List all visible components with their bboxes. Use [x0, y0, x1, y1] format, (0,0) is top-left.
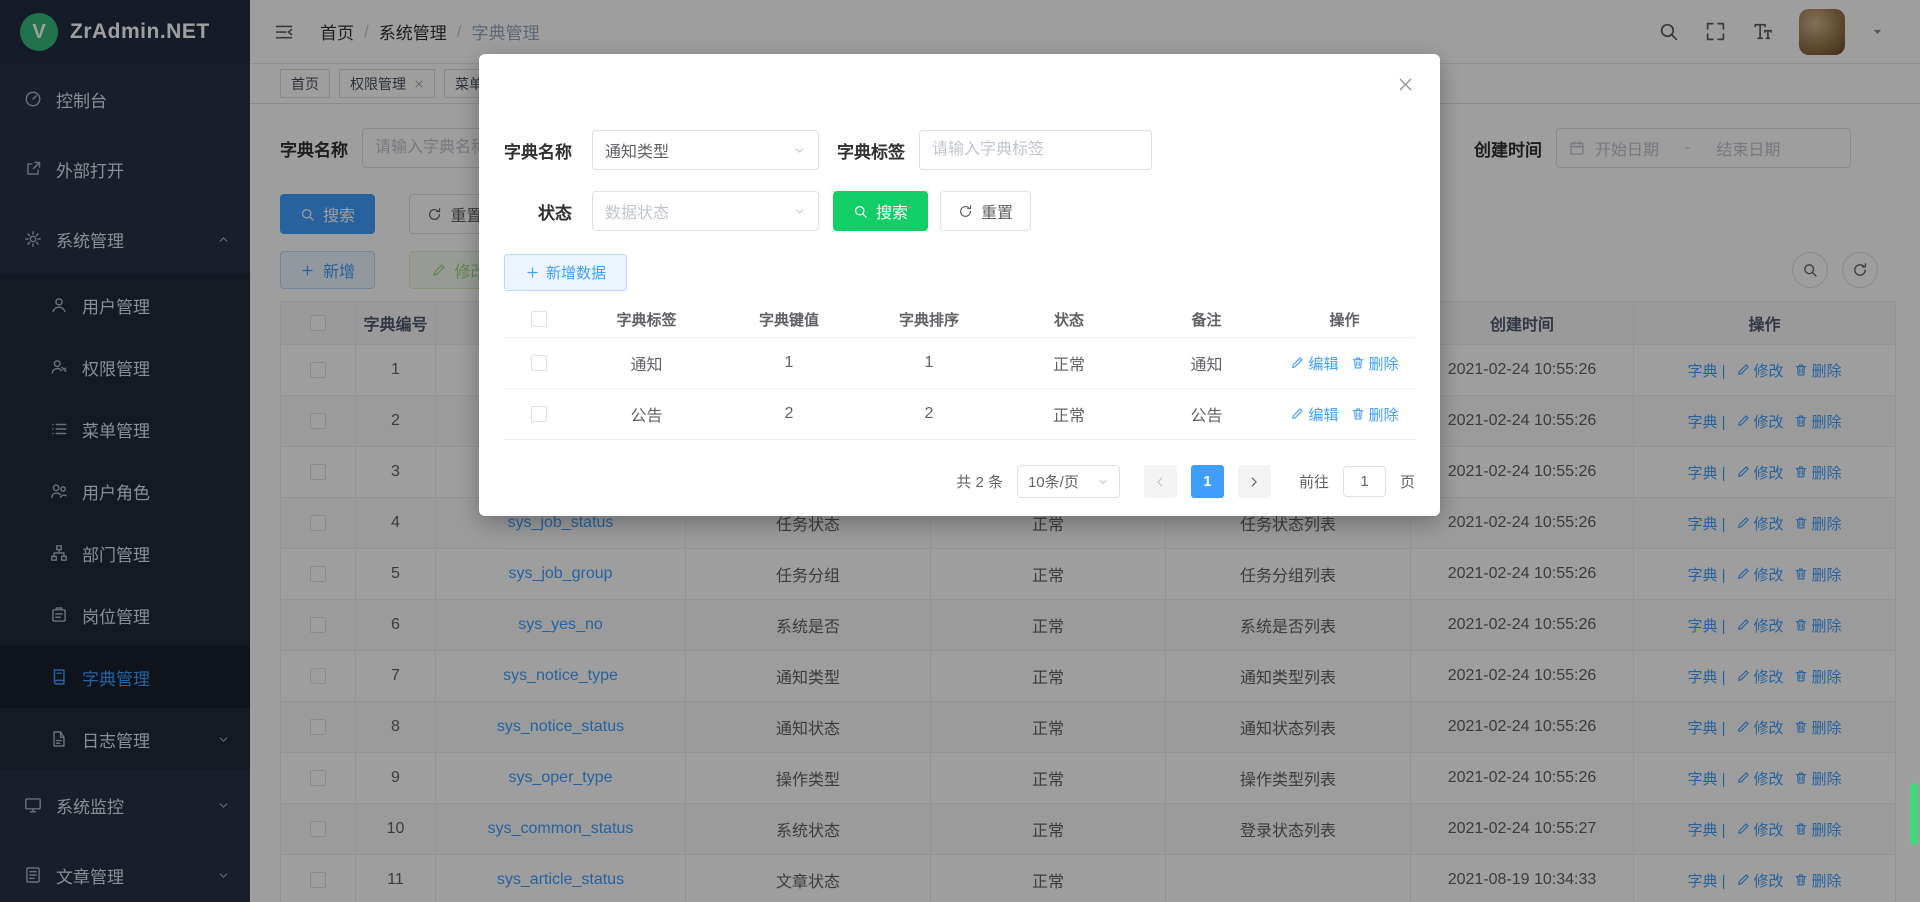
row-action-edit[interactable]: 编辑 — [1290, 353, 1338, 374]
goto-page-input[interactable] — [1343, 466, 1386, 497]
cell-status: 正常 — [999, 389, 1139, 440]
dialog-table-row: 公告22正常公告编辑删除 — [504, 389, 1415, 440]
chevron-down-icon — [793, 205, 806, 218]
status-select-placeholder: 数据状态 — [605, 199, 669, 223]
refresh-icon — [958, 204, 973, 219]
dialog-table-row: 通知11正常通知编辑删除 — [504, 338, 1415, 389]
status-select[interactable]: 数据状态 — [592, 191, 819, 231]
cell-value: 2 — [719, 389, 859, 440]
page-size-select[interactable]: 10条/页 — [1017, 465, 1120, 498]
column-header: 状态 — [999, 301, 1139, 338]
dialog-table-header-row: 字典标签字典键值字典排序状态备注操作 — [504, 301, 1415, 338]
edit-icon — [1290, 356, 1304, 370]
dialog-search-button[interactable]: 搜索 — [833, 191, 928, 231]
page-unit-label: 页 — [1400, 471, 1415, 492]
dialog-dict-label-label: 字典标签 — [837, 138, 905, 163]
select-all-checkbox[interactable] — [531, 311, 547, 327]
close-icon[interactable] — [1397, 76, 1414, 93]
prev-page-button[interactable] — [1144, 465, 1177, 498]
dict-data-dialog: 字典名称 通知类型 字典标签 状态 数据状态 搜索 重置 新增数据 字典标签字典… — [479, 54, 1440, 516]
cell-actions: 编辑 删除 — [1274, 338, 1415, 389]
row-checkbox[interactable] — [531, 406, 547, 422]
plus-icon — [525, 265, 540, 280]
pagination-total: 共 2 条 — [956, 471, 1003, 492]
pagination: 共 2 条 10条/页 1 前往 页 — [956, 465, 1415, 498]
row-checkbox-cell — [504, 389, 574, 440]
dict-label-input[interactable] — [919, 130, 1152, 170]
row-checkbox-cell — [504, 338, 574, 389]
row-action-delete[interactable]: 删除 — [1351, 404, 1399, 425]
column-header: 操作 — [1274, 301, 1415, 338]
add-data-button-label: 新增数据 — [546, 262, 606, 283]
cell-remark: 公告 — [1139, 389, 1274, 440]
row-action-edit[interactable]: 编辑 — [1290, 404, 1338, 425]
cell-sort: 2 — [859, 389, 999, 440]
action-label: 删除 — [1369, 404, 1399, 425]
chevron-left-icon — [1153, 475, 1167, 489]
column-header: 字典排序 — [859, 301, 999, 338]
action-label: 编辑 — [1308, 404, 1338, 425]
chevron-right-icon — [1247, 475, 1261, 489]
delete-icon — [1351, 356, 1365, 370]
cell-value: 1 — [719, 338, 859, 389]
action-label: 编辑 — [1308, 353, 1338, 374]
dict-data-table: 字典标签字典键值字典排序状态备注操作通知11正常通知编辑删除公告22正常公告编辑… — [504, 301, 1415, 440]
page-size-value: 10条/页 — [1028, 471, 1079, 492]
chevron-down-icon — [1097, 476, 1109, 488]
dict-name-select[interactable]: 通知类型 — [592, 130, 819, 170]
action-label: 删除 — [1369, 353, 1399, 374]
cell-label: 公告 — [574, 389, 719, 440]
next-page-button[interactable] — [1238, 465, 1271, 498]
dialog-search-label: 搜索 — [876, 199, 908, 223]
page-number-1[interactable]: 1 — [1191, 465, 1224, 498]
chevron-down-icon — [793, 144, 806, 157]
cell-label: 通知 — [574, 338, 719, 389]
column-header: 备注 — [1139, 301, 1274, 338]
cell-remark: 通知 — [1139, 338, 1274, 389]
search-icon — [853, 204, 868, 219]
row-action-delete[interactable]: 删除 — [1351, 353, 1399, 374]
edit-icon — [1290, 407, 1304, 421]
dialog-filter-row-1: 字典名称 通知类型 字典标签 — [504, 130, 1152, 170]
cell-actions: 编辑 删除 — [1274, 389, 1415, 440]
column-header: 字典标签 — [574, 301, 719, 338]
dialog-status-label: 状态 — [504, 199, 572, 224]
scrollbar[interactable] — [1910, 783, 1918, 845]
column-header: 字典键值 — [719, 301, 859, 338]
cell-sort: 1 — [859, 338, 999, 389]
row-checkbox[interactable] — [531, 355, 547, 371]
delete-icon — [1351, 407, 1365, 421]
dialog-filter-row-2: 状态 数据状态 搜索 重置 — [504, 191, 1031, 231]
dialog-dict-name-label: 字典名称 — [504, 138, 572, 163]
goto-label: 前往 — [1299, 471, 1329, 492]
dialog-reset-label: 重置 — [981, 199, 1013, 223]
cell-status: 正常 — [999, 338, 1139, 389]
dialog-reset-button[interactable]: 重置 — [940, 191, 1031, 231]
add-data-button[interactable]: 新增数据 — [504, 254, 627, 291]
dict-name-select-value: 通知类型 — [605, 138, 669, 162]
header-checkbox-cell — [504, 301, 574, 338]
